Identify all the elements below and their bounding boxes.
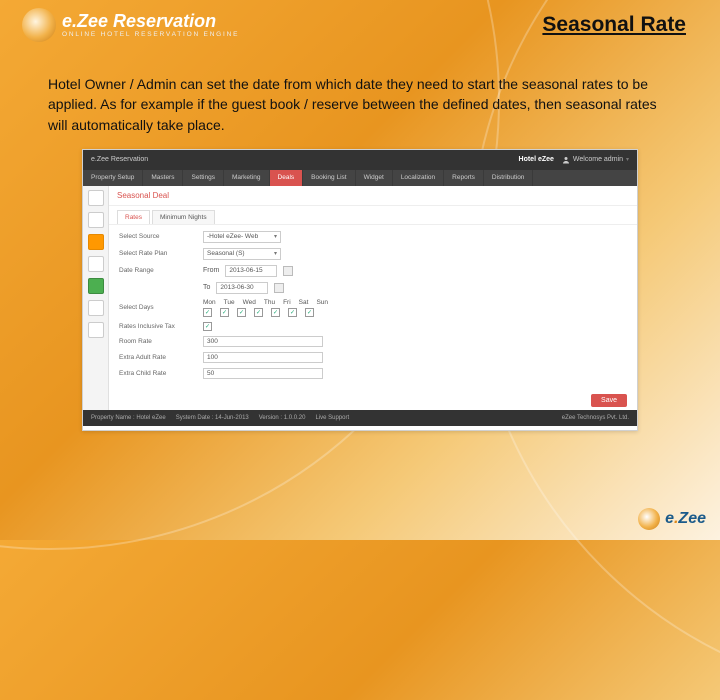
nav-item[interactable]: Marketing	[224, 170, 270, 186]
app-screenshot: e.Zee Reservation Hotel eZee Welcome adm…	[82, 149, 638, 431]
extra-adult-rate-input[interactable]: 100	[203, 352, 323, 363]
nav-item[interactable]: Deals	[270, 170, 304, 186]
day-label: Wed	[243, 299, 256, 306]
chevron-down-icon: ▾	[274, 233, 277, 240]
extra-child-rate-input[interactable]: 50	[203, 368, 323, 379]
app-nav: Property SetupMastersSettingsMarketingDe…	[83, 170, 637, 186]
label-select-rate-plan: Select Rate Plan	[119, 250, 197, 257]
user-icon	[562, 156, 570, 164]
day-label: Tue	[224, 299, 235, 306]
day-checkbox[interactable]: ✓	[203, 308, 212, 317]
nav-item[interactable]: Settings	[183, 170, 224, 186]
brand-logo: e.Zee Reservation ONLINE HOTEL RESERVATI…	[22, 8, 239, 42]
calendar-icon[interactable]	[274, 283, 284, 293]
date-from-input[interactable]: 2013-06-15	[225, 265, 277, 277]
user-menu[interactable]: Welcome admin ▾	[562, 156, 629, 164]
logo-title: e.Zee Reservation	[62, 12, 239, 30]
swirl-icon	[22, 8, 56, 42]
sidebar-icon[interactable]	[88, 234, 104, 250]
description-paragraph: Hotel Owner / Admin can set the date fro…	[48, 74, 672, 135]
sidebar-icon[interactable]	[88, 256, 104, 272]
room-rate-input[interactable]: 300	[203, 336, 323, 347]
day-label: Sun	[316, 299, 328, 306]
select-rate-plan[interactable]: Seasonal (S)▾	[203, 248, 281, 260]
app-footer: Property Name : Hotel eZee System Date : …	[83, 410, 637, 426]
nav-item[interactable]: Reports	[444, 170, 484, 186]
footer-company: eZee Technosys Pvt. Ltd.	[562, 415, 629, 421]
swirl-icon	[638, 508, 660, 530]
tab[interactable]: Rates	[117, 210, 150, 224]
save-button[interactable]: Save	[591, 394, 627, 407]
app-topbar: e.Zee Reservation Hotel eZee Welcome adm…	[83, 150, 637, 170]
nav-item[interactable]: Distribution	[484, 170, 534, 186]
slide-header: e.Zee Reservation ONLINE HOTEL RESERVATI…	[0, 0, 720, 42]
sidebar	[83, 186, 109, 410]
day-checkbox[interactable]: ✓	[254, 308, 263, 317]
nav-item[interactable]: Property Setup	[83, 170, 143, 186]
label-select-source: Select Source	[119, 233, 197, 240]
sidebar-icon[interactable]	[88, 322, 104, 338]
day-label: Thu	[264, 299, 275, 306]
chevron-down-icon: ▾	[274, 250, 277, 257]
sidebar-icon[interactable]	[88, 212, 104, 228]
footer-item: Live Support	[315, 415, 349, 421]
day-checkbox[interactable]: ✓	[237, 308, 246, 317]
sidebar-icon[interactable]	[88, 190, 104, 206]
nav-item[interactable]: Widget	[356, 170, 393, 186]
label-select-days: Select Days	[119, 304, 197, 311]
slide-title: Seasonal Rate	[542, 13, 686, 37]
section-title: Seasonal Deal	[109, 186, 637, 206]
chevron-down-icon: ▾	[626, 156, 629, 163]
label-date-range: Date Range	[119, 267, 197, 274]
calendar-icon[interactable]	[283, 266, 293, 276]
sidebar-icon[interactable]	[88, 278, 104, 294]
form: Select Source -Hotel eZee- Web▾ Select R…	[109, 224, 637, 390]
logo-subtitle: ONLINE HOTEL RESERVATION ENGINE	[62, 32, 239, 39]
hotel-label: Hotel eZee	[519, 156, 554, 163]
footer-item: Property Name : Hotel eZee	[91, 415, 166, 421]
label-rates-inclusive-tax: Rates Inclusive Tax	[119, 323, 197, 330]
label-extra-adult-rate: Extra Adult Rate	[119, 354, 197, 361]
footer-item: System Date : 14-Jun-2013	[176, 415, 249, 421]
label-room-rate: Room Rate	[119, 338, 197, 345]
nav-item[interactable]: Booking List	[303, 170, 355, 186]
nav-item[interactable]: Localization	[393, 170, 444, 186]
rates-inclusive-tax-checkbox[interactable]: ✓	[203, 322, 212, 331]
day-checkbox[interactable]: ✓	[220, 308, 229, 317]
label-extra-child-rate: Extra Child Rate	[119, 370, 197, 377]
day-label: Fri	[283, 299, 291, 306]
app-brand: e.Zee Reservation	[91, 156, 148, 163]
sidebar-icon[interactable]	[88, 300, 104, 316]
date-to-input[interactable]: 2013-06-30	[216, 282, 268, 294]
footer-item: Version : 1.0.0.20	[259, 415, 306, 421]
day-checkbox[interactable]: ✓	[271, 308, 280, 317]
nav-item[interactable]: Masters	[143, 170, 183, 186]
tab[interactable]: Minimum Nights	[152, 210, 215, 224]
corner-logo: e.Zee	[638, 508, 706, 530]
day-label: Mon	[203, 299, 216, 306]
day-checkbox[interactable]: ✓	[305, 308, 314, 317]
tab-bar: RatesMinimum Nights	[109, 206, 637, 224]
day-checkbox[interactable]: ✓	[288, 308, 297, 317]
select-source[interactable]: -Hotel eZee- Web▾	[203, 231, 281, 243]
day-label: Sat	[299, 299, 309, 306]
